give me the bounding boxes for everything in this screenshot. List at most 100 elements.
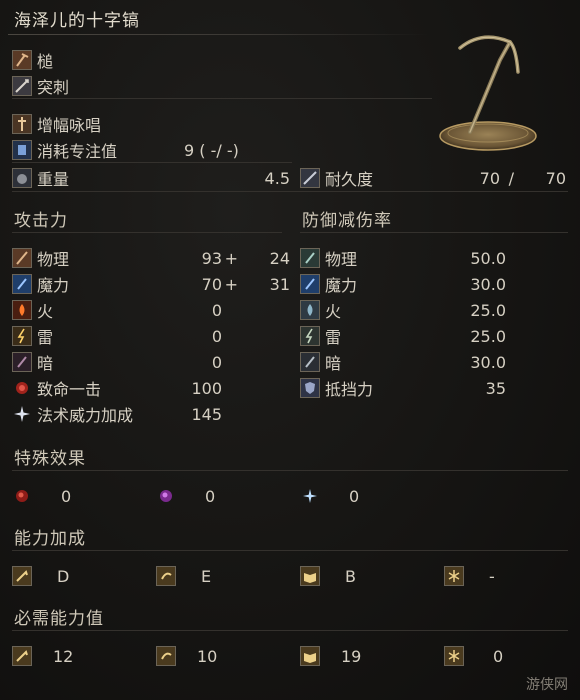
scaling-intelligence: B	[300, 564, 356, 588]
attack-base: 93	[201, 248, 222, 268]
requirement-value: 12	[53, 646, 74, 666]
critical-icon	[12, 378, 32, 398]
defense-row-physical: 物理 50.0	[300, 246, 570, 270]
requirement-faith: 0	[444, 644, 503, 668]
defense-value: 35	[485, 378, 506, 398]
attack-bonus: 24	[269, 248, 290, 268]
guard-icon	[300, 378, 320, 398]
skill-label: 增幅咏唱	[37, 116, 102, 135]
strength-icon	[12, 646, 32, 666]
defense-header: 防御减伤率	[302, 211, 392, 231]
effect-frost: 0	[300, 484, 359, 508]
scaling-dexterity: E	[156, 564, 211, 588]
weapon-detail-panel: 海泽儿的十字镐 槌 突刺 增幅咏唱 消耗专注值 9 ( -/ -) 重量 4.5…	[0, 0, 580, 700]
fp-cost-value: 9 ( -/ -)	[184, 140, 239, 160]
weight-row: 重量 4.5	[12, 166, 292, 190]
durability-max: 70	[545, 168, 566, 188]
lightning-attack-icon	[12, 326, 32, 346]
weapon-image	[439, 35, 537, 151]
defense-row-guard: 抵挡力 35	[300, 376, 570, 400]
attack-base: 70	[201, 274, 222, 294]
attack-row-fire: 火 0	[12, 298, 292, 322]
divider	[300, 232, 568, 233]
divider	[12, 98, 432, 99]
frost-icon	[300, 486, 320, 506]
durability-separator: /	[508, 168, 514, 188]
fp-cost-row: 消耗专注值 9 ( -/ -)	[12, 138, 292, 162]
strike-icon	[12, 50, 32, 70]
defense-row-dark: 暗 30.0	[300, 350, 570, 374]
attack-label: 雷	[37, 328, 54, 347]
defense-row-fire: 火 25.0	[300, 298, 570, 322]
durability-row: 耐久度 70 / 70	[300, 166, 570, 190]
attack-type-label: 槌	[37, 52, 54, 71]
attack-base: 0	[211, 300, 222, 320]
lightning-defense-icon	[300, 326, 320, 346]
dexterity-icon	[156, 646, 176, 666]
weight-value: 4.5	[264, 168, 290, 188]
divider	[12, 232, 282, 233]
attack-type-strike: 槌	[12, 48, 53, 72]
divider	[8, 34, 428, 35]
attack-label: 火	[37, 302, 54, 321]
effect-value: 0	[205, 486, 216, 506]
defense-value: 25.0	[470, 326, 506, 346]
effects-header: 特殊效果	[14, 449, 86, 469]
attack-row-lightning: 雷 0	[12, 324, 292, 348]
requirement-intelligence: 19	[300, 644, 361, 668]
scaling-value: D	[57, 566, 70, 586]
attack-type-label: 突刺	[37, 78, 70, 97]
attack-type-thrust: 突刺	[12, 74, 69, 98]
attack-label: 暗	[37, 354, 54, 373]
defense-label: 火	[325, 302, 342, 321]
dark-defense-icon	[300, 352, 320, 372]
defense-value: 50.0	[470, 248, 506, 268]
fire-attack-icon	[12, 300, 32, 320]
fp-cost-label: 消耗专注值	[37, 142, 118, 161]
requirements-header: 必需能力值	[14, 609, 104, 629]
defense-value: 30.0	[470, 352, 506, 372]
effect-poison: 0	[156, 484, 215, 508]
attack-base: 145	[191, 404, 222, 424]
divider	[12, 630, 568, 631]
attack-label: 魔力	[37, 276, 70, 295]
weight-icon	[12, 168, 32, 188]
attack-base: 0	[211, 326, 222, 346]
physical-attack-icon	[12, 248, 32, 268]
magic-attack-icon	[12, 274, 32, 294]
attack-row-dark: 暗 0	[12, 350, 292, 374]
weight-label: 重量	[37, 170, 70, 189]
defense-row-magic: 魔力 30.0	[300, 272, 570, 296]
attack-row-magic: 魔力 70 + 31	[12, 272, 292, 296]
intelligence-icon	[300, 646, 320, 666]
defense-label: 物理	[325, 250, 358, 269]
defense-value: 25.0	[470, 300, 506, 320]
spell-buff-icon	[12, 404, 32, 424]
requirement-value: 0	[493, 646, 504, 666]
requirement-value: 10	[197, 646, 218, 666]
durability-current: 70	[479, 168, 500, 188]
defense-value: 30.0	[470, 274, 506, 294]
faith-icon	[444, 566, 464, 586]
attack-base: 100	[191, 378, 222, 398]
attack-row-spellbuff: 法术威力加成 145	[12, 402, 292, 426]
attack-bonus: 31	[269, 274, 290, 294]
scaling-header: 能力加成	[14, 529, 86, 549]
scaling-strength: D	[12, 564, 69, 588]
effect-value: 0	[61, 486, 72, 506]
attack-base: 0	[211, 352, 222, 372]
attack-label: 致命一击	[37, 380, 102, 399]
defense-label: 抵挡力	[325, 380, 374, 399]
durability-label: 耐久度	[325, 170, 374, 189]
requirement-value: 19	[341, 646, 362, 666]
divider	[12, 191, 568, 192]
defense-label: 魔力	[325, 276, 358, 295]
weapon-title: 海泽儿的十字镐	[14, 11, 140, 31]
bleed-icon	[12, 486, 32, 506]
scaling-value: E	[201, 566, 212, 586]
strength-icon	[12, 566, 32, 586]
dark-attack-icon	[12, 352, 32, 372]
thrust-icon	[12, 76, 32, 96]
scaling-faith: -	[444, 564, 495, 588]
intelligence-icon	[300, 566, 320, 586]
